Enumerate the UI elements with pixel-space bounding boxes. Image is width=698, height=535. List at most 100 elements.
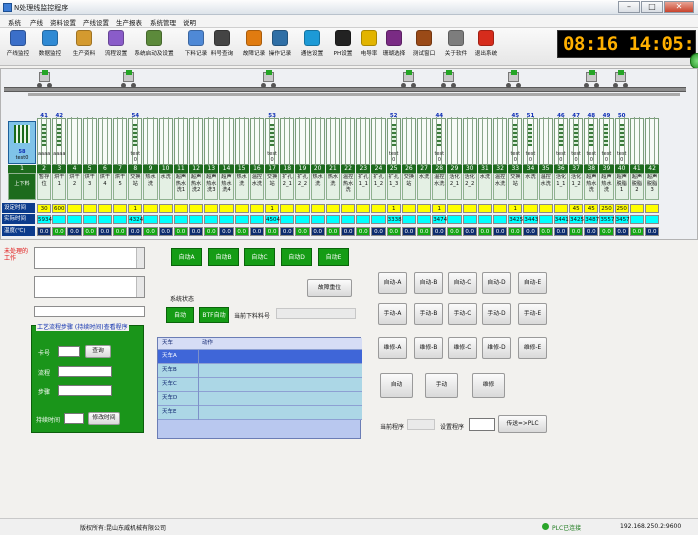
message-scrollbar[interactable] bbox=[136, 277, 144, 297]
search-tool-button[interactable]: 下料记录 bbox=[182, 30, 210, 64]
rack-icon[interactable] bbox=[133, 124, 138, 146]
grid-row[interactable]: 天车C bbox=[158, 378, 362, 392]
crane-trolley[interactable] bbox=[440, 70, 457, 88]
auto-crane-1-button[interactable]: 自动B bbox=[208, 248, 239, 266]
tank-23[interactable] bbox=[356, 117, 371, 166]
exit-tool-button[interactable]: 退出系统 bbox=[472, 30, 500, 64]
rack-icon[interactable] bbox=[589, 124, 594, 146]
menu-item-3[interactable]: 产线设置 bbox=[83, 17, 109, 27]
crane-trolley[interactable] bbox=[260, 70, 277, 88]
tank-29[interactable] bbox=[447, 117, 462, 166]
rack-icon[interactable] bbox=[42, 124, 46, 146]
maint-crane-1-button[interactable]: 维修-B bbox=[414, 337, 443, 359]
maint-crane-4-button[interactable]: 维修-E bbox=[518, 337, 547, 359]
auto-crane-4-button[interactable]: 自动E bbox=[318, 248, 349, 266]
load-station[interactable]: 58 test0 bbox=[8, 121, 36, 164]
message-textbox[interactable] bbox=[34, 276, 145, 298]
tank-13[interactable] bbox=[204, 117, 219, 166]
manual-crane-2-button[interactable]: 手动-C bbox=[448, 303, 477, 325]
crane-trolley[interactable] bbox=[400, 70, 417, 88]
auto-crane-3-button[interactable]: 自动-D bbox=[482, 272, 511, 294]
rack-icon[interactable] bbox=[270, 124, 274, 146]
status-indicator-icon[interactable] bbox=[690, 53, 698, 69]
tank-30[interactable] bbox=[462, 117, 477, 166]
auto-crane-4-button[interactable]: 自动-E bbox=[518, 272, 547, 294]
maint-crane-2-button[interactable]: 维修-C bbox=[448, 337, 477, 359]
tank-10[interactable] bbox=[158, 117, 173, 166]
crane-trolley[interactable] bbox=[612, 70, 629, 88]
auto-crane-2-button[interactable]: 自动-C bbox=[448, 272, 477, 294]
rack-icon[interactable] bbox=[391, 124, 396, 146]
barcode-tool-button[interactable]: 料号查询 bbox=[208, 30, 236, 64]
tank-16[interactable] bbox=[249, 117, 264, 166]
crane-trolley[interactable] bbox=[505, 70, 522, 88]
window-tool-button[interactable]: 测试窗口 bbox=[410, 30, 438, 64]
rack-icon[interactable] bbox=[619, 124, 624, 146]
tank-22[interactable] bbox=[341, 117, 356, 166]
log-scrollbar[interactable] bbox=[136, 248, 144, 268]
tank-35[interactable] bbox=[538, 117, 553, 166]
menu-item-5[interactable]: 系统管理 bbox=[150, 17, 176, 27]
tank-5[interactable] bbox=[82, 117, 97, 166]
tank-12[interactable] bbox=[189, 117, 204, 166]
monitor-tool-button[interactable]: 产线监控 bbox=[4, 30, 32, 64]
tank-42[interactable] bbox=[645, 117, 660, 166]
flow-input[interactable] bbox=[58, 366, 112, 377]
grid-row[interactable]: 天车B bbox=[158, 364, 362, 378]
crane-trolley[interactable] bbox=[583, 70, 600, 88]
ph-tool-button[interactable]: PH设置 bbox=[329, 30, 357, 64]
database-tool-button[interactable]: 数据监控 bbox=[36, 30, 64, 64]
mode-manual-button[interactable]: 手动 bbox=[425, 373, 458, 398]
mode-maint-button[interactable]: 维修 bbox=[472, 373, 505, 398]
lightning-tool-button[interactable]: 电导率 bbox=[355, 30, 383, 64]
step-input[interactable] bbox=[58, 385, 112, 396]
log-textbox[interactable] bbox=[34, 247, 145, 269]
grid-row[interactable]: 天车E bbox=[158, 406, 362, 420]
tank-31[interactable] bbox=[477, 117, 492, 166]
menu-item-0[interactable]: 系统 bbox=[8, 17, 21, 27]
auto-crane-3-button[interactable]: 自动D bbox=[281, 248, 312, 266]
close-button[interactable]: ✕ bbox=[664, 1, 694, 13]
tank-7[interactable] bbox=[113, 117, 128, 166]
auto-crane-1-button[interactable]: 自动-B bbox=[414, 272, 443, 294]
tank-6[interactable] bbox=[97, 117, 112, 166]
tank-24[interactable] bbox=[371, 117, 386, 166]
send-plc-button[interactable]: 传送=>PLC bbox=[498, 415, 547, 433]
menu-item-4[interactable]: 生产报表 bbox=[116, 17, 142, 27]
set-program-input[interactable] bbox=[469, 418, 495, 431]
tank-19[interactable] bbox=[295, 117, 310, 166]
grid-row[interactable]: 天车D bbox=[158, 392, 362, 406]
grid-row[interactable]: 天车A bbox=[158, 350, 362, 364]
tank-18[interactable] bbox=[280, 117, 295, 166]
modify-time-button[interactable]: 修改时间 bbox=[88, 412, 120, 425]
warning-tool-button[interactable]: 故障记录 bbox=[240, 30, 268, 64]
tank-32[interactable] bbox=[493, 117, 508, 166]
mode-auto-button[interactable]: 自动 bbox=[380, 373, 413, 398]
tank-11[interactable] bbox=[173, 117, 188, 166]
manual-crane-4-button[interactable]: 手动-E bbox=[518, 303, 547, 325]
rack-icon[interactable] bbox=[528, 124, 533, 146]
rack-icon[interactable] bbox=[513, 124, 518, 146]
crane-trolley[interactable] bbox=[120, 70, 137, 88]
query-button[interactable]: 查询 bbox=[85, 345, 111, 358]
tank-20[interactable] bbox=[310, 117, 325, 166]
auto-crane-0-button[interactable]: 自动A bbox=[171, 248, 202, 266]
card-input[interactable] bbox=[58, 346, 80, 357]
clock-tool-button[interactable]: 操作记录 bbox=[266, 30, 294, 64]
manual-crane-0-button[interactable]: 手动-A bbox=[378, 303, 407, 325]
maint-crane-3-button[interactable]: 维修-D bbox=[482, 337, 511, 359]
manual-crane-1-button[interactable]: 手动-B bbox=[414, 303, 443, 325]
tank-14[interactable] bbox=[219, 117, 234, 166]
menu-item-2[interactable]: 资料设置 bbox=[50, 17, 76, 27]
maint-crane-0-button[interactable]: 维修-A bbox=[378, 337, 407, 359]
menu-item-6[interactable]: 说明 bbox=[183, 17, 196, 27]
rack-icon[interactable] bbox=[57, 124, 62, 146]
tank-21[interactable] bbox=[325, 117, 340, 166]
rack-icon[interactable] bbox=[574, 124, 578, 146]
rack-icon[interactable] bbox=[604, 124, 609, 146]
maximize-button[interactable]: □ bbox=[641, 1, 663, 13]
menu-item-1[interactable]: 产线 bbox=[30, 17, 43, 27]
tank-15[interactable] bbox=[234, 117, 249, 166]
rack-icon[interactable] bbox=[558, 124, 563, 146]
tank-4[interactable] bbox=[67, 117, 82, 166]
